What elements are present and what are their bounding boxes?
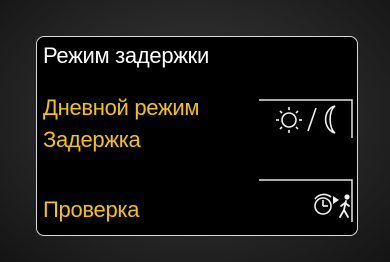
day-mode-indicator (259, 99, 353, 139)
test-indicator (259, 179, 353, 223)
moon-icon (324, 105, 336, 134)
page-title: Режим задержки (43, 43, 209, 68)
slash-divider (307, 107, 317, 132)
timer-icon (314, 193, 332, 215)
menu-item-day-mode[interactable]: Дневной режим (43, 95, 200, 121)
walking-person-icon (339, 194, 350, 218)
delay-mode-panel: Режим задержки Дневной режим Задержка Пр… (36, 36, 358, 236)
menu-item-test[interactable]: Проверка (43, 197, 139, 223)
sun-icon (276, 107, 302, 133)
menu-item-delay[interactable]: Задержка (43, 127, 141, 153)
